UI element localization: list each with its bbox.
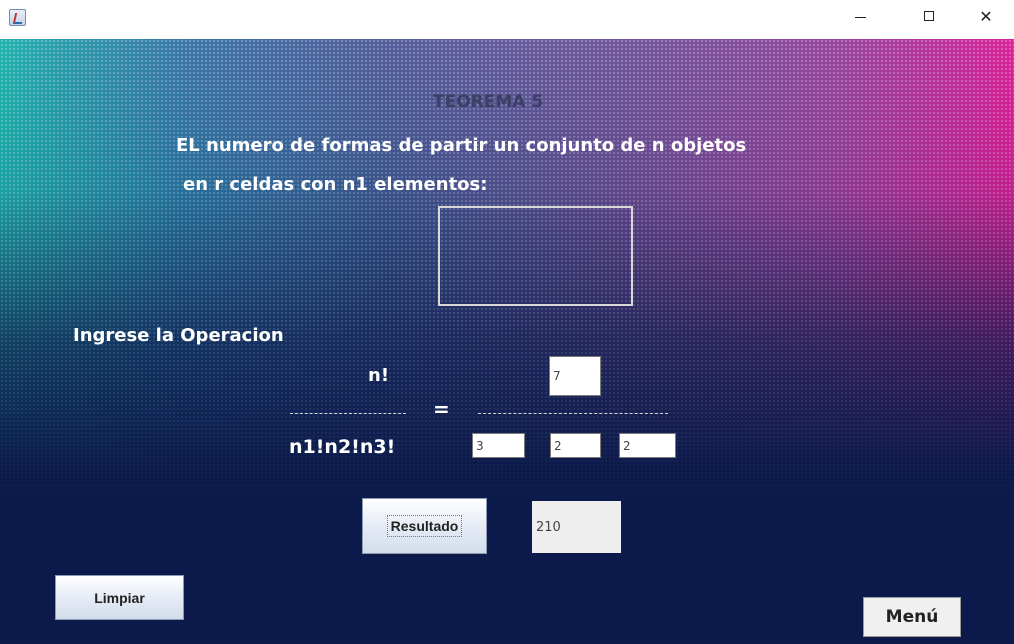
theorem-statement-line-2: en r celdas con n1 elementos:	[183, 174, 488, 195]
n-input[interactable]: 7	[549, 356, 601, 396]
fraction-bar-right	[478, 413, 668, 414]
content-layer: TEOREMA 5 EL numero de formas de partir …	[0, 39, 1014, 644]
equals-sign: =	[433, 397, 450, 421]
limpiar-button-label: Limpiar	[94, 589, 145, 606]
limpiar-button[interactable]: Limpiar	[55, 575, 184, 620]
maximize-icon	[924, 11, 934, 21]
title-bar: ✕	[0, 0, 1014, 39]
close-button[interactable]: ✕	[963, 0, 1009, 32]
minimize-icon	[854, 16, 866, 18]
close-icon: ✕	[979, 6, 993, 26]
numerator-label: n!	[368, 365, 390, 386]
n1-input[interactable]: 3	[472, 433, 525, 458]
resultado-button-label: Resultado	[386, 515, 463, 537]
n3-input[interactable]: 2	[619, 433, 676, 458]
denominator-label: n1!n2!n3!	[289, 436, 396, 458]
result-output: 210	[532, 501, 621, 553]
theorem-statement-line-1: EL numero de formas de partir un conjunt…	[176, 135, 747, 156]
page-title: TEOREMA 5	[433, 92, 544, 112]
java-app-icon	[9, 9, 26, 26]
formula-image-box	[438, 206, 633, 306]
main-panel: TEOREMA 5 EL numero de formas de partir …	[0, 39, 1014, 644]
menu-button-label: Menú	[885, 607, 939, 627]
resultado-button[interactable]: Resultado	[362, 498, 487, 554]
menu-button[interactable]: Menú	[863, 597, 961, 637]
maximize-button[interactable]	[906, 0, 952, 32]
minimize-button[interactable]	[837, 0, 883, 32]
n2-input[interactable]: 2	[550, 433, 601, 458]
fraction-bar-left	[290, 413, 406, 414]
operation-prompt-label: Ingrese la Operacion	[73, 325, 284, 346]
